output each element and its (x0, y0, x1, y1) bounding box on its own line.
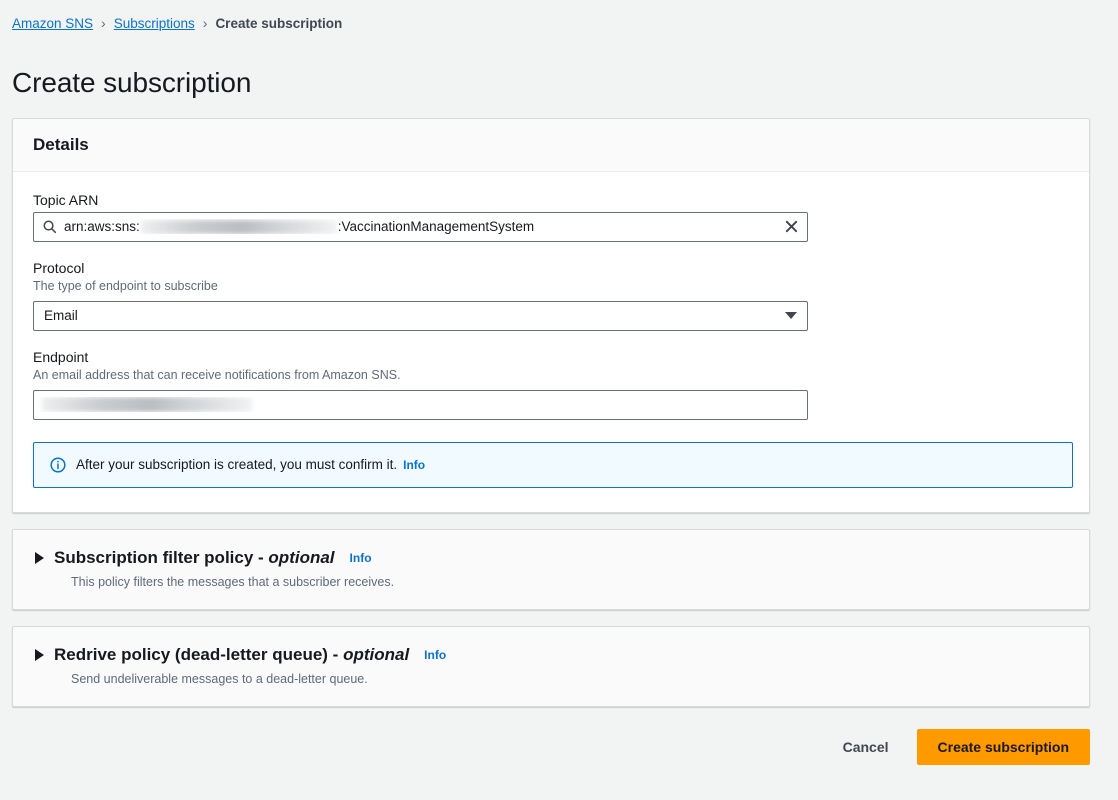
breadcrumb-item-subscriptions[interactable]: Subscriptions (114, 16, 195, 31)
redrive-policy-toggle[interactable]: Redrive policy (dead-letter queue) - opt… (33, 645, 1069, 665)
chevron-right-icon (35, 551, 44, 564)
redrive-policy-info-link[interactable]: Info (424, 648, 446, 662)
subscription-filter-policy-optional-tag: optional (268, 547, 335, 567)
redrive-policy-title: Redrive policy (dead-letter queue) - opt… (54, 645, 409, 665)
topic-arn-value-suffix: :VaccinationManagementSystem (337, 219, 535, 234)
subscription-filter-policy-toggle[interactable]: Subscription filter policy - optional In… (33, 548, 1069, 568)
topic-arn-value: arn:aws:sns: :VaccinationManagementSystem (64, 219, 775, 234)
details-card: Details Topic ARN arn:aws:sns: :Vaccinati… (12, 117, 1090, 513)
confirmation-info-alert: After your subscription is created, you … (33, 441, 1073, 488)
details-card-header: Details (13, 118, 1089, 172)
endpoint-field-group: Endpoint An email address that can recei… (33, 349, 1069, 420)
alert-message: After your subscription is created, you … (76, 457, 398, 472)
cancel-button[interactable]: Cancel (833, 731, 899, 763)
endpoint-input[interactable] (33, 389, 808, 420)
breadcrumb-separator-icon: › (101, 15, 106, 31)
breadcrumb-item-create-subscription: Create subscription (215, 15, 343, 31)
protocol-selected-value: Email (44, 308, 78, 323)
breadcrumb: Amazon SNS › Subscriptions › Create subs… (0, 0, 1118, 32)
breadcrumb-separator-icon: › (202, 15, 208, 31)
form-actions: Cancel Create subscription (0, 707, 1118, 765)
redrive-policy-description: Send undeliverable messages to a dead-le… (71, 671, 368, 686)
breadcrumb-item-amazon-sns[interactable]: Amazon SNS (12, 16, 93, 31)
topic-arn-label: Topic ARN (33, 191, 99, 208)
subscription-filter-policy-title-text: Subscription filter policy - (54, 547, 269, 567)
protocol-field-group: Protocol The type of endpoint to subscri… (33, 260, 1069, 331)
alert-info-link[interactable]: Info (403, 458, 425, 472)
endpoint-redacted-email (42, 397, 252, 412)
topic-arn-redacted-account (140, 219, 337, 234)
chevron-right-icon (35, 648, 44, 661)
page-title: Create subscription (12, 66, 252, 98)
create-subscription-button[interactable]: Create subscription (916, 728, 1090, 765)
subscription-filter-policy-section: Subscription filter policy - optional In… (12, 528, 1090, 610)
protocol-description: The type of endpoint to subscribe (33, 278, 218, 293)
endpoint-label: Endpoint (33, 348, 89, 365)
topic-arn-input[interactable]: arn:aws:sns: :VaccinationManagementSystem (33, 211, 808, 242)
close-icon[interactable] (775, 219, 807, 234)
endpoint-value (34, 397, 807, 412)
info-circle-icon (50, 456, 66, 473)
protocol-label: Protocol (33, 259, 85, 276)
subscription-filter-policy-description: This policy filters the messages that a … (71, 574, 395, 589)
endpoint-description: An email address that can receive notifi… (33, 367, 401, 382)
search-icon (34, 219, 64, 234)
protocol-select[interactable]: Email (33, 300, 808, 331)
chevron-down-icon (785, 312, 797, 319)
topic-arn-field-group: Topic ARN arn:aws:sns: :VaccinationManage… (33, 192, 1069, 242)
topic-arn-value-prefix: arn:aws:sns: (64, 219, 140, 234)
details-card-body: Topic ARN arn:aws:sns: :VaccinationManage… (13, 171, 1089, 512)
redrive-policy-title-text: Redrive policy (dead-letter queue) - (54, 644, 344, 664)
redrive-policy-section: Redrive policy (dead-letter queue) - opt… (12, 625, 1090, 707)
redrive-policy-optional-tag: optional (343, 644, 410, 664)
subscription-filter-policy-title: Subscription filter policy - optional (54, 548, 335, 568)
subscription-filter-policy-info-link[interactable]: Info (350, 551, 372, 565)
